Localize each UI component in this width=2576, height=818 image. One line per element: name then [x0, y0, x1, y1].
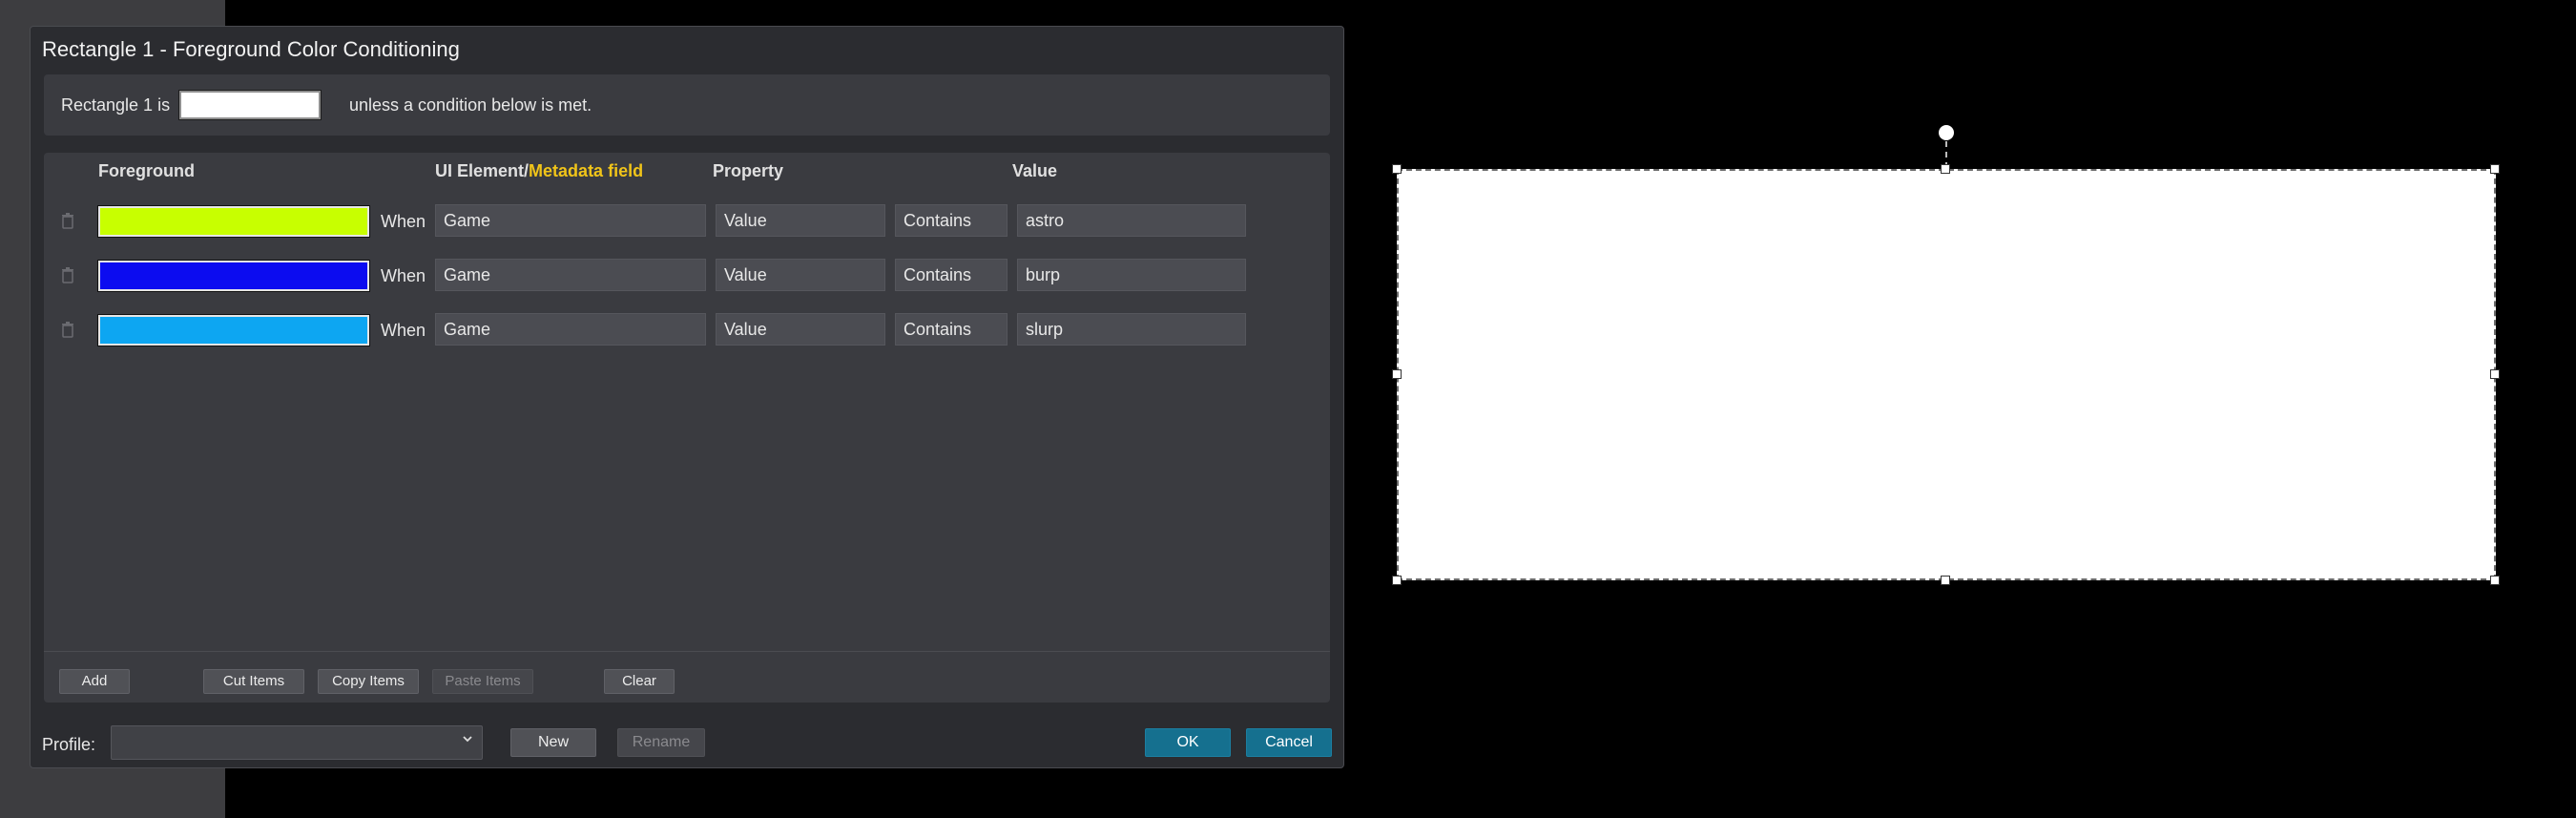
foreground-color-conditioning-dialog: Rectangle 1 - Foreground Color Condition…	[30, 26, 1344, 768]
add-button[interactable]: Add	[59, 669, 130, 694]
property-field[interactable]: Value	[716, 313, 885, 346]
condition-row: When Game Value Contains astro	[44, 202, 1330, 241]
resize-handle-bottom-center[interactable]	[1941, 576, 1950, 585]
header-value: Value	[1012, 161, 1058, 180]
default-color-panel: Rectangle 1 is unless a condition below …	[44, 74, 1330, 136]
condition-color-swatch[interactable]	[97, 205, 370, 238]
panel-divider	[44, 651, 1330, 652]
ok-button[interactable]: OK	[1145, 728, 1231, 757]
dialog-title: Rectangle 1 - Foreground Color Condition…	[42, 37, 460, 61]
operator-field[interactable]: Contains	[895, 204, 1008, 237]
clear-button[interactable]: Clear	[604, 669, 675, 694]
profile-dropdown[interactable]	[111, 725, 483, 760]
trash-icon[interactable]	[61, 321, 74, 338]
resize-handle-bottom-left[interactable]	[1392, 576, 1402, 585]
resize-handle-middle-right[interactable]	[2490, 369, 2500, 379]
resize-handle-middle-left[interactable]	[1392, 369, 1402, 379]
rectangle-1-object[interactable]	[1397, 169, 2496, 580]
rename-profile-button[interactable]: Rename	[617, 728, 705, 757]
cancel-button[interactable]: Cancel	[1246, 728, 1332, 757]
header-property: Property	[713, 161, 784, 180]
cut-items-button[interactable]: Cut Items	[203, 669, 304, 694]
resize-handle-top-left[interactable]	[1392, 164, 1402, 174]
value-field[interactable]: astro	[1017, 204, 1246, 237]
trash-icon[interactable]	[61, 266, 74, 283]
profile-label: Profile:	[42, 735, 96, 754]
default-color-label: Rectangle 1 is	[61, 95, 171, 115]
header-metadata-field: Metadata field	[529, 161, 644, 180]
header-foreground: Foreground	[98, 161, 195, 180]
when-label: When	[381, 321, 426, 340]
ui-element-field[interactable]: Game	[435, 259, 706, 291]
rotation-handle[interactable]	[1939, 125, 1954, 140]
default-color-suffix: unless a condition below is met.	[349, 95, 592, 115]
header-ui-element: UI Element	[435, 161, 525, 180]
conditions-panel: Foreground UI Element/Metadata field Pro…	[44, 153, 1330, 703]
resize-handle-bottom-right[interactable]	[2490, 576, 2500, 585]
property-field[interactable]: Value	[716, 204, 885, 237]
condition-row: When Game Value Contains slurp	[44, 311, 1330, 349]
copy-items-button[interactable]: Copy Items	[318, 669, 419, 694]
resize-handle-top-center[interactable]	[1941, 164, 1950, 174]
paste-items-button[interactable]: Paste Items	[432, 669, 533, 694]
when-label: When	[381, 212, 426, 231]
header-ui-element-metadata: UI Element/Metadata field	[435, 157, 643, 185]
property-field[interactable]: Value	[716, 259, 885, 291]
new-profile-button[interactable]: New	[510, 728, 596, 757]
default-color-swatch[interactable]	[178, 90, 322, 120]
condition-color-swatch[interactable]	[97, 314, 370, 346]
value-field[interactable]: burp	[1017, 259, 1246, 291]
condition-row: When Game Value Contains burp	[44, 257, 1330, 295]
resize-handle-top-right[interactable]	[2490, 164, 2500, 174]
ui-element-field[interactable]: Game	[435, 313, 706, 346]
operator-field[interactable]: Contains	[895, 259, 1008, 291]
condition-color-swatch[interactable]	[97, 260, 370, 292]
operator-field[interactable]: Contains	[895, 313, 1008, 346]
trash-icon[interactable]	[61, 212, 74, 229]
value-field[interactable]: slurp	[1017, 313, 1246, 346]
when-label: When	[381, 266, 426, 285]
ui-element-field[interactable]: Game	[435, 204, 706, 237]
chevron-down-icon	[461, 732, 474, 745]
